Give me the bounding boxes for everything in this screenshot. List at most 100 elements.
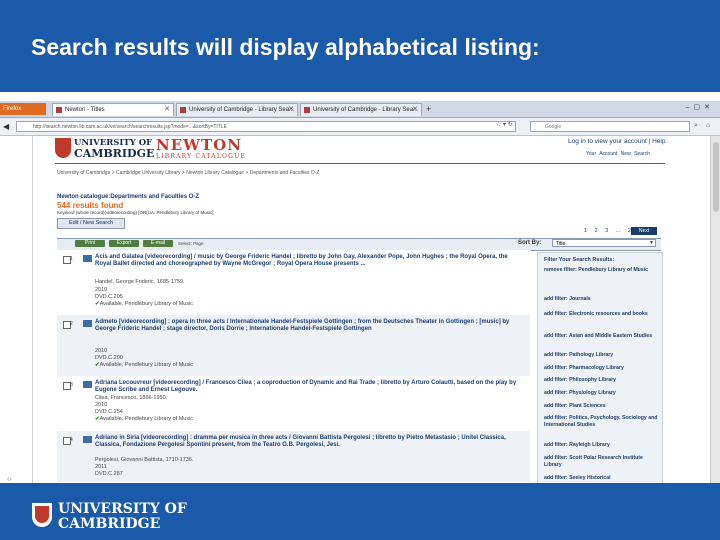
cambridge-shield-icon xyxy=(55,138,71,158)
scrollbar[interactable] xyxy=(710,136,720,483)
results-count: 544 results found xyxy=(57,201,124,210)
scroll-handle-icon: ‹› xyxy=(7,476,12,483)
result-year: 2010 xyxy=(95,402,108,408)
export-button[interactable]: Export xyxy=(109,240,139,247)
result-title[interactable]: Adriano in Siria [videorecording] : dram… xyxy=(95,435,525,449)
account-links[interactable]: Your Account New Search xyxy=(586,151,650,157)
result-year: 2010 xyxy=(95,348,108,354)
video-format-icon xyxy=(83,381,92,388)
result-call-number: DVD.C.287 xyxy=(95,471,123,477)
back-arrow-icon[interactable]: ◀ xyxy=(3,122,9,131)
search-icon[interactable]: ⌕ xyxy=(694,122,698,130)
newton-logo-main: NEWTON xyxy=(156,136,242,154)
list-item: 2 Admeto [videorecording] : opera in thr… xyxy=(57,315,530,376)
result-call-number: DVD.C.205 xyxy=(95,294,123,300)
filter-item-pathology[interactable]: add filter: Pathology Library xyxy=(544,352,660,359)
favicon-icon xyxy=(56,107,62,113)
close-tab-icon[interactable]: ✕ xyxy=(164,104,170,116)
result-number: 3 xyxy=(70,382,73,388)
close-tab-icon[interactable]: ✕ xyxy=(288,104,294,116)
filter-item-physiology[interactable]: add filter: Physiology Library xyxy=(544,390,660,397)
scroll-thumb[interactable] xyxy=(713,142,719,212)
firefox-menu-button[interactable]: Firefox xyxy=(0,103,46,115)
result-author: Cilea, Francesco, 1866-1950. xyxy=(95,395,168,401)
result-year: 2010 xyxy=(95,287,108,293)
video-format-icon xyxy=(83,436,92,443)
cambridge-crest-icon xyxy=(32,503,52,527)
navigation-bar: ◀ http://search.newton.lib.cam.ac.uk/ve/… xyxy=(0,118,720,136)
window-controls-icon[interactable]: –▢✕ xyxy=(686,103,714,111)
newton-logo[interactable]: NEWTON LIBRARY CATALOGUE xyxy=(156,137,246,160)
next-page-button[interactable]: Next xyxy=(631,227,657,235)
tab-bar: Firefox Newton - Titles ✕ University of … xyxy=(0,101,720,118)
result-author: Pergolesi, Giovanni Battista, 1710-1736. xyxy=(95,457,194,463)
results-heading: Newton catalogue:Departments and Faculti… xyxy=(57,194,200,200)
result-number: 2 xyxy=(70,321,73,327)
tab-library-search-2[interactable]: University of Cambridge - Library Sea...… xyxy=(300,103,422,116)
filter-panel: Filter Your Search Results: remove filte… xyxy=(537,252,663,484)
url-bar[interactable]: http://search.newton.lib.cam.ac.uk/ve/se… xyxy=(16,121,516,132)
result-number: 1 xyxy=(70,256,73,262)
footer-logo-line2: CAMBRIDGE xyxy=(58,516,161,532)
sort-by-label: Sort By: xyxy=(518,240,542,246)
email-button[interactable]: E-mail xyxy=(143,240,173,247)
filter-item-journals[interactable]: add filter: Journals xyxy=(544,296,660,303)
result-availability: ✔Available, Pendlebury Library of Music xyxy=(95,416,193,422)
filter-item-scott-polar[interactable]: add filter: Scott Polar Research Institu… xyxy=(544,455,660,468)
video-format-icon xyxy=(83,255,92,262)
sort-select[interactable]: Title xyxy=(552,239,656,247)
pagination[interactable]: 1 2 3 ... 22 xyxy=(584,228,634,234)
result-availability: ✔Available, Pendlebury Library of Music xyxy=(95,362,193,368)
cambridge-logo[interactable]: UNIVERSITY OF CAMBRIDGE xyxy=(74,139,155,160)
list-item: 1 Acis and Galatea [videorecording] / mu… xyxy=(57,250,530,320)
filter-item-asian-studies[interactable]: add filter: Asian and Middle Eastern Stu… xyxy=(544,333,660,340)
filter-item-remove-pendlebury[interactable]: remove filter: Pendlebury Library of Mus… xyxy=(544,267,660,274)
result-call-number: DVD.C.254 xyxy=(95,409,123,415)
tab-label: Newton - Titles xyxy=(65,107,105,113)
result-call-number: DVD.C.200 xyxy=(95,355,123,361)
filter-item-rayleigh[interactable]: add filter: Rayleigh Library xyxy=(544,442,660,449)
tab-label: University of Cambridge - Library Sea... xyxy=(313,107,419,113)
tab-library-search-1[interactable]: University of Cambridge - Library Sea...… xyxy=(176,103,298,116)
tab-label: University of Cambridge - Library Sea... xyxy=(189,107,295,113)
close-tab-icon[interactable]: ✕ xyxy=(412,104,418,116)
footer-logo: UNIVERSITY OF CAMBRIDGE xyxy=(58,502,187,532)
search-query-text: Keyword (whole record)(videorecording) [… xyxy=(57,210,214,215)
filter-item-politics[interactable]: add filter: Politics, Psychology, Sociol… xyxy=(544,415,660,428)
result-year: 2011 xyxy=(95,464,107,470)
filter-item-plant-sciences[interactable]: add filter: Plant Sciences xyxy=(544,403,660,410)
slide-title: Search results will display alphabetical… xyxy=(31,34,540,60)
new-tab-icon[interactable]: + xyxy=(426,104,431,114)
filter-item-philosophy[interactable]: add filter: Philosophy Library xyxy=(544,377,660,384)
select-page-label[interactable]: Select: Page xyxy=(178,241,204,246)
filter-item-seeley[interactable]: add filter: Seeley Historical xyxy=(544,475,660,482)
breadcrumb[interactable]: University of Cambridge > Cambridge Univ… xyxy=(57,170,319,176)
tab-newton-titles[interactable]: Newton - Titles ✕ xyxy=(52,103,174,116)
cambridge-logo-line2: CAMBRIDGE xyxy=(74,147,155,160)
result-title[interactable]: Acis and Galatea [videorecording] / musi… xyxy=(95,254,525,268)
divider xyxy=(32,136,33,483)
video-format-icon xyxy=(83,320,92,327)
search-input[interactable]: Google xyxy=(530,121,690,132)
availability-text: Available, Pendlebury Library of Music xyxy=(99,416,194,422)
print-button[interactable]: Print xyxy=(75,240,105,247)
chevron-down-icon[interactable]: ▼ xyxy=(649,240,654,246)
reload-icon[interactable]: ☆ ▾ ↻ xyxy=(496,121,513,128)
result-author: Handel, George Frideric, 1685-1759. xyxy=(95,279,185,285)
favicon-icon xyxy=(304,107,310,113)
list-item: 4 Adriano in Siria [videorecording] : dr… xyxy=(57,431,530,482)
login-link[interactable]: Log in to view your account | Help xyxy=(568,138,665,145)
availability-text: Available, Pendlebury Library of Music xyxy=(99,362,194,368)
filter-item-electronic-resources[interactable]: add filter: Electronic resources and boo… xyxy=(544,311,660,318)
result-title[interactable]: Adriana Lecouvreur [videorecording] / Fr… xyxy=(95,380,525,394)
home-icon[interactable]: ⌂ xyxy=(706,122,710,129)
result-availability: ✔Available, Pendlebury Library of Music xyxy=(95,301,193,307)
filter-item-pharmacology[interactable]: add filter: Pharmacology Library xyxy=(544,365,660,372)
result-title[interactable]: Admeto [videorecording] : opera in three… xyxy=(95,319,525,333)
list-item: 3 Adriana Lecouvreur [videorecording] / … xyxy=(57,376,530,433)
results-list: 1 Acis and Galatea [videorecording] / mu… xyxy=(57,250,530,482)
edit-new-search-button[interactable]: Edit / New Search xyxy=(57,218,125,229)
result-number: 4 xyxy=(70,437,73,443)
newton-logo-sub: LIBRARY CATALOGUE xyxy=(156,153,246,160)
favicon-icon xyxy=(180,107,186,113)
